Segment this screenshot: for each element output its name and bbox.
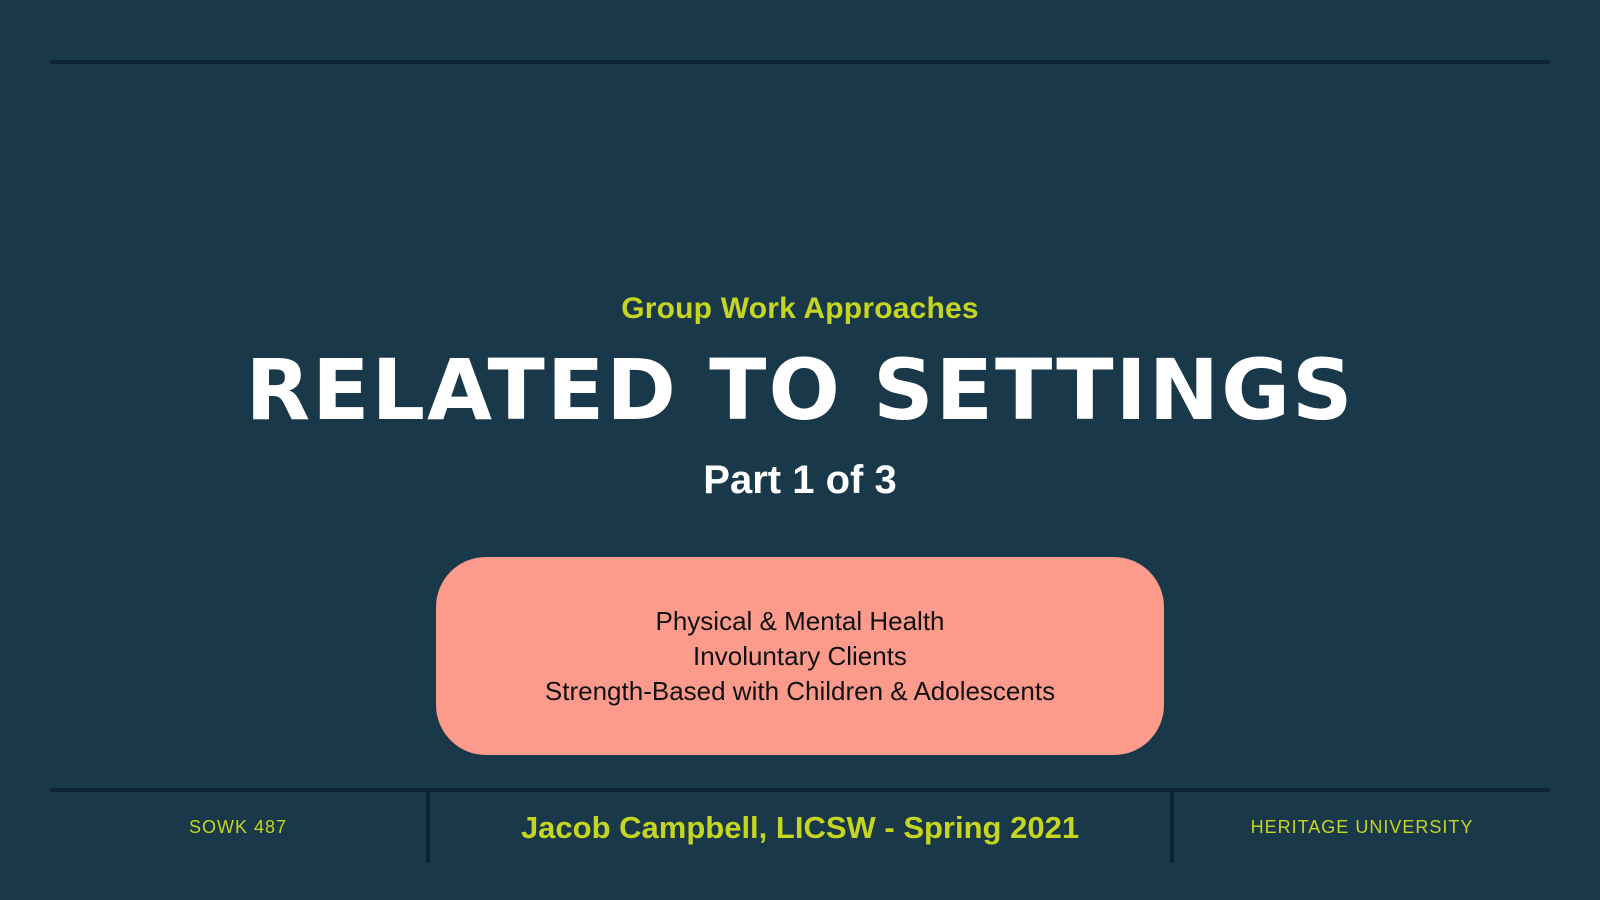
part-indicator: Part 1 of 3 bbox=[703, 458, 897, 502]
topic-item: Strength-Based with Children & Adolescen… bbox=[544, 675, 1056, 706]
slide-subtitle: Group Work Approaches bbox=[621, 292, 979, 325]
slide: Group Work Approaches RELATED TO SETTING… bbox=[0, 0, 1600, 900]
footer-institution: HERITAGE UNIVERSITY bbox=[1250, 817, 1474, 837]
top-divider-line bbox=[50, 60, 1550, 64]
footer-course-code: SOWK 487 bbox=[188, 817, 288, 837]
topic-item: Physical & Mental Health bbox=[655, 605, 945, 636]
topic-item: Involuntary Clients bbox=[693, 640, 907, 671]
slide-title: RELATED TO SETTINGS bbox=[245, 341, 1355, 439]
footer-presenter: Jacob Campbell, LICSW - Spring 2021 bbox=[520, 809, 1080, 845]
topics-box: Physical & Mental Health Involuntary Cli… bbox=[436, 557, 1164, 755]
